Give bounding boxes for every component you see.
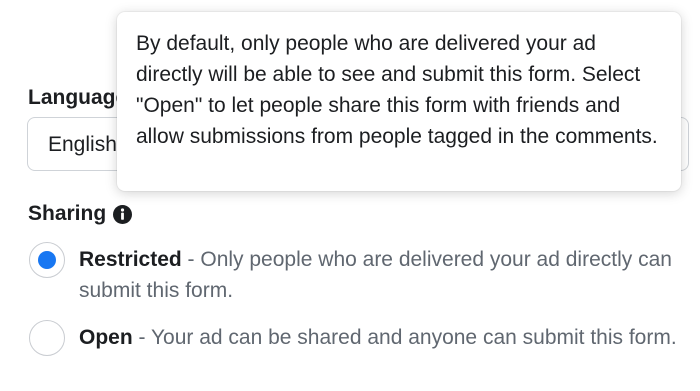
info-icon[interactable] bbox=[113, 204, 133, 224]
sharing-label: Sharing bbox=[28, 202, 133, 226]
language-label: Language bbox=[28, 86, 128, 109]
tooltip-text: By default, only people who are delivere… bbox=[136, 32, 658, 148]
open-option-title: Open bbox=[79, 326, 133, 349]
open-option-text: Open - Your ad can be shared and anyone … bbox=[79, 322, 689, 353]
restricted-radio[interactable] bbox=[29, 242, 65, 278]
sharing-label-text: Sharing bbox=[28, 202, 107, 225]
open-radio[interactable] bbox=[29, 320, 65, 356]
language-select-value: English bbox=[48, 133, 117, 156]
restricted-option-title: Restricted bbox=[79, 248, 182, 271]
open-option-description: - Your ad can be shared and anyone can s… bbox=[132, 326, 677, 349]
sharing-info-tooltip: By default, only people who are delivere… bbox=[117, 12, 681, 191]
restricted-option-text: Restricted - Only people who are deliver… bbox=[79, 244, 689, 306]
